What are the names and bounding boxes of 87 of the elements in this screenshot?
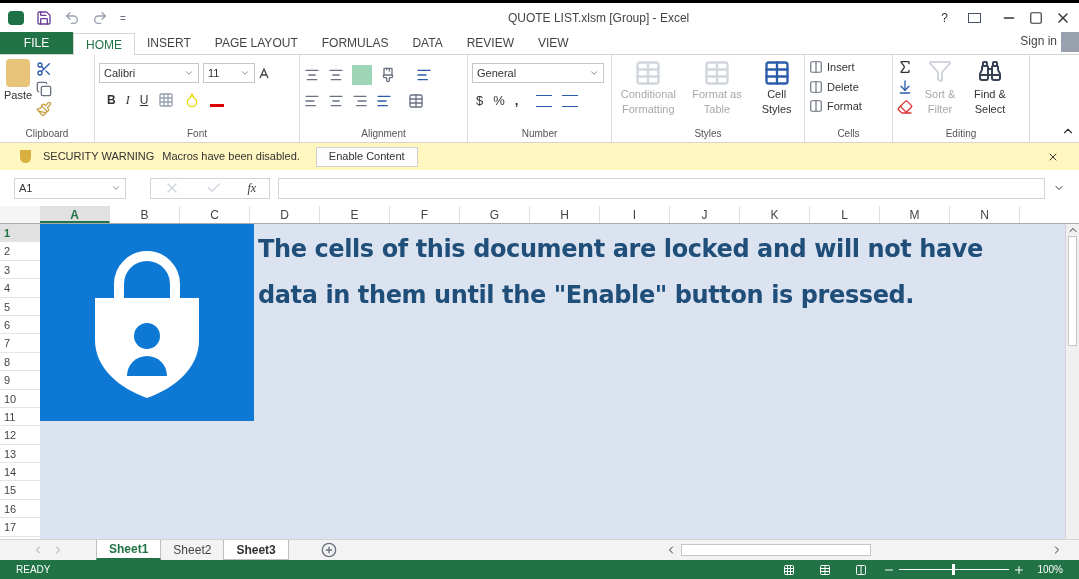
italic-button[interactable]: I [125, 91, 130, 109]
merge-icon[interactable] [408, 93, 424, 109]
vertical-scrollbar-thumb[interactable] [1068, 236, 1077, 346]
new-sheet-icon[interactable] [320, 542, 337, 558]
name-box[interactable]: A1 [14, 177, 126, 199]
eraser-icon[interactable] [897, 99, 913, 115]
locked-message: The cells of this document are locked and will not have data in them until the "Enable" button is pressed. [258, 234, 984, 311]
indent-icon[interactable] [376, 93, 392, 109]
scissors-icon[interactable] [36, 61, 53, 77]
dropdown-icon[interactable] [184, 68, 194, 78]
ribbon-tab[interactable]: PAGE LAYOUT [202, 32, 310, 54]
column-header[interactable]: A [40, 206, 110, 223]
row-header[interactable]: 1 [0, 224, 40, 243]
page-break-icon[interactable] [855, 563, 868, 576]
warning-shield-icon [20, 150, 31, 163]
ribbon-tab[interactable]: HOME [73, 33, 135, 55]
redo-icon[interactable] [92, 10, 108, 26]
group-label: Clipboard [24, 128, 70, 141]
wrap-text-icon[interactable] [416, 67, 432, 83]
zoom-level[interactable]: 100% [1037, 562, 1063, 577]
ribbon-tab[interactable]: REVIEW [454, 32, 526, 54]
bold-button[interactable]: B [107, 91, 116, 109]
undo-icon[interactable] [64, 10, 80, 26]
grow-font-icon[interactable] [259, 67, 271, 79]
align-top-icon[interactable] [304, 67, 320, 83]
autosum-icon[interactable] [897, 59, 913, 75]
group-label: Number [520, 128, 559, 141]
align-middle-icon[interactable] [328, 67, 344, 83]
copy-icon[interactable] [36, 81, 53, 97]
font-size-field[interactable]: 11 [203, 63, 255, 83]
formula-input-field[interactable] [278, 177, 1045, 199]
group-label: Styles [693, 128, 723, 141]
editing-button[interactable]: Find & Select [967, 87, 1013, 117]
save-icon[interactable] [36, 10, 52, 26]
align-left-icon[interactable] [304, 93, 320, 109]
enable-content-button[interactable]: Enable Content [315, 146, 418, 167]
customize-toolbar[interactable]: = [120, 10, 126, 26]
group-label: Font [186, 128, 208, 141]
ribbon-tab[interactable]: VIEW [526, 32, 581, 54]
binoculars-icon[interactable] [978, 59, 1002, 83]
ribbon-tab[interactable]: INSERT [135, 32, 203, 54]
cells-icon[interactable] [809, 79, 823, 94]
borders-icon[interactable] [158, 92, 175, 108]
warning-title: SECURITY WARNING [43, 149, 155, 165]
align-right-icon[interactable] [352, 93, 368, 109]
group-label: Cells [836, 128, 861, 141]
ribbon-display-icon[interactable] [968, 13, 981, 23]
sign-in-link[interactable]: Sign in [1020, 32, 1057, 50]
style-button[interactable]: Cell Styles [756, 87, 797, 117]
sheet-tab[interactable]: Sheet2 [161, 540, 224, 560]
sheet-tab[interactable]: Sheet3 [223, 540, 289, 560]
status-text: READY [16, 563, 51, 577]
horizontal-scrollbar-thumb[interactable] [681, 544, 871, 556]
ribbon-tab[interactable]: DATA [400, 32, 455, 54]
maximize-icon[interactable] [1029, 11, 1043, 25]
number-format-field[interactable]: General [472, 63, 604, 83]
page-layout-icon[interactable] [819, 563, 832, 576]
dropdown-icon[interactable] [589, 68, 599, 78]
help-button[interactable]: ? [941, 9, 948, 27]
sheet-tab[interactable]: Sheet1 [96, 540, 162, 560]
group-label: Editing [944, 128, 978, 141]
underline-button[interactable]: U [139, 91, 149, 109]
file-tab[interactable]: FILE [0, 32, 73, 54]
align-center-icon[interactable] [328, 93, 344, 109]
dropdown-icon[interactable] [240, 68, 250, 78]
brush-icon[interactable] [36, 101, 53, 117]
normal-view-icon[interactable] [783, 563, 796, 576]
cells-button[interactable]: Format [827, 98, 862, 115]
zoom-in-icon[interactable] [1013, 563, 1026, 576]
dropdown-icon[interactable] [111, 183, 121, 193]
ribbon-tab[interactable]: FORMULAS [309, 32, 401, 54]
percent-button[interactable]: % [493, 91, 505, 111]
cells-button[interactable]: Delete [827, 78, 859, 95]
comma-button[interactable]: , [514, 91, 519, 111]
paste-button[interactable]: Paste [4, 87, 33, 104]
insert-function-button[interactable]: fx [247, 179, 257, 197]
fill-icon[interactable] [897, 79, 913, 95]
zoom-slider-thumb[interactable] [952, 564, 956, 575]
group-label: Alignment [360, 128, 407, 141]
cells-button[interactable]: Insert [827, 59, 855, 76]
cells-icon[interactable] [809, 99, 823, 114]
style-icon[interactable] [762, 59, 791, 87]
warning-message: Macros have been disabled. [162, 149, 300, 165]
window-title: QUOTE LIST.xlsm [Group] - Excel [506, 10, 691, 27]
cells-icon[interactable] [809, 60, 823, 75]
font-name-field[interactable]: Calibri [99, 63, 199, 83]
currency-button[interactable]: $ [476, 91, 484, 111]
